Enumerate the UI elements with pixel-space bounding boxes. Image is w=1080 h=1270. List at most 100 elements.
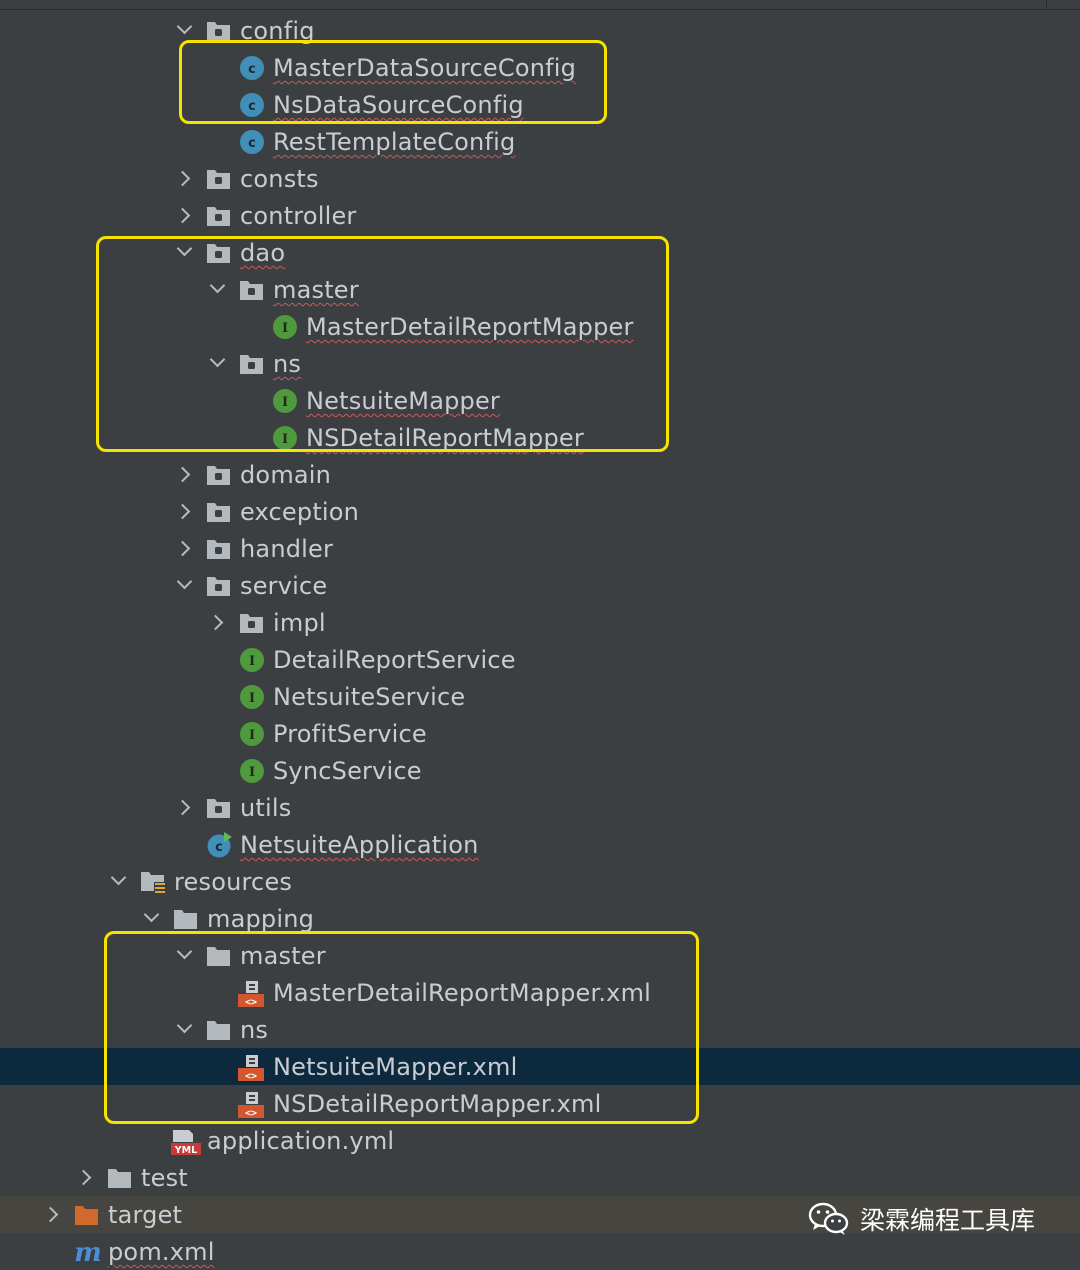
- interface-icon: I: [272, 388, 298, 414]
- svg-text:<>: <>: [245, 1071, 257, 1082]
- chevron-down-icon[interactable]: [175, 937, 195, 974]
- svg-text:I: I: [249, 654, 255, 669]
- xml-file-icon: <>: [237, 1091, 264, 1119]
- chevron-right-icon[interactable]: [175, 493, 195, 530]
- chevron-right-icon[interactable]: [175, 160, 195, 197]
- tree-item-label: pom.xml: [108, 1238, 215, 1266]
- tree-item-label: mapping: [207, 905, 315, 933]
- top-border: [0, 9, 1080, 10]
- interface-icon: I: [239, 721, 265, 747]
- tree-row[interactable]: master: [0, 937, 1080, 974]
- tree-item-label: resources: [174, 868, 293, 896]
- tree-row[interactable]: mapping: [0, 900, 1080, 937]
- tree-row[interactable]: c NetsuiteApplication: [0, 826, 1080, 863]
- tree-item-label: RestTemplateConfig: [273, 128, 516, 156]
- chevron-down-icon[interactable]: [175, 1011, 195, 1048]
- chevron-right-icon[interactable]: [175, 456, 195, 493]
- tree-item-label: domain: [240, 461, 332, 489]
- tree-item-label: handler: [240, 535, 334, 563]
- excluded-folder-icon: [74, 1202, 100, 1228]
- yml-file-icon: YML: [171, 1128, 201, 1156]
- tree-row[interactable]: I NetsuiteService: [0, 678, 1080, 715]
- tree-item-label: dao: [240, 239, 286, 267]
- xml-file-icon: <>: [237, 980, 264, 1008]
- package-icon: [206, 166, 232, 192]
- project-tree: config c MasterDataSourceConfig c NsDataSour…: [0, 12, 1080, 1270]
- tree-row[interactable]: config: [0, 12, 1080, 49]
- svg-text:YML: YML: [174, 1145, 197, 1156]
- tree-row[interactable]: service: [0, 567, 1080, 604]
- chevron-down-icon[interactable]: [175, 567, 195, 604]
- svg-text:I: I: [282, 321, 288, 336]
- tree-row[interactable]: <> NetsuiteMapper.xml: [0, 1048, 1080, 1085]
- tree-row[interactable]: impl: [0, 604, 1080, 641]
- package-icon: [239, 351, 265, 377]
- package-icon: [206, 18, 232, 44]
- tree-row[interactable]: <> NSDetailReportMapper.xml: [0, 1085, 1080, 1122]
- watermark: 梁霖编程工具库: [808, 1197, 1035, 1241]
- chevron-right-icon[interactable]: [43, 1196, 63, 1233]
- tree-row[interactable]: handler: [0, 530, 1080, 567]
- chevron-down-icon[interactable]: [175, 234, 195, 271]
- tree-item-label: NetsuiteMapper: [306, 387, 501, 415]
- svg-text:c: c: [248, 99, 256, 114]
- tree-row[interactable]: YML application.yml: [0, 1122, 1080, 1159]
- tree-row[interactable]: I MasterDetailReportMapper: [0, 308, 1080, 345]
- chevron-right-icon[interactable]: [76, 1159, 96, 1196]
- chevron-down-icon[interactable]: [175, 12, 195, 49]
- tree-row[interactable]: resources: [0, 863, 1080, 900]
- tree-row[interactable]: master: [0, 271, 1080, 308]
- tree-row[interactable]: utils: [0, 789, 1080, 826]
- chevron-down-icon[interactable]: [142, 900, 162, 937]
- interface-icon: I: [239, 647, 265, 673]
- tree-row[interactable]: I NSDetailReportMapper: [0, 419, 1080, 456]
- tree-row[interactable]: ns: [0, 1011, 1080, 1048]
- tree-row[interactable]: dao: [0, 234, 1080, 271]
- chevron-right-icon[interactable]: [208, 604, 228, 641]
- svg-text:c: c: [248, 62, 256, 77]
- folder-icon: [206, 1017, 232, 1043]
- tree-item-label: NetsuiteService: [273, 683, 466, 711]
- interface-icon: I: [239, 758, 265, 784]
- svg-text:m: m: [74, 1239, 102, 1265]
- chevron-down-icon[interactable]: [208, 271, 228, 308]
- tree-item-label: SyncService: [273, 757, 422, 785]
- tree-row[interactable]: consts: [0, 160, 1080, 197]
- tree-row[interactable]: I NetsuiteMapper: [0, 382, 1080, 419]
- tree-row[interactable]: domain: [0, 456, 1080, 493]
- package-icon: [206, 462, 232, 488]
- tree-item-label: MasterDetailReportMapper.xml: [273, 979, 652, 1007]
- package-icon: [206, 499, 232, 525]
- tree-row[interactable]: c RestTemplateConfig: [0, 123, 1080, 160]
- tree-item-label: test: [141, 1164, 188, 1192]
- tree-item-label: NsDataSourceConfig: [273, 91, 524, 119]
- svg-text:<>: <>: [245, 997, 257, 1008]
- chevron-right-icon[interactable]: [175, 530, 195, 567]
- wechat-icon: [808, 1202, 849, 1235]
- tree-item-label: MasterDataSourceConfig: [273, 54, 577, 82]
- tree-item-label: NetsuiteApplication: [240, 831, 479, 859]
- tree-row[interactable]: c NsDataSourceConfig: [0, 86, 1080, 123]
- tree-row[interactable]: test: [0, 1159, 1080, 1196]
- watermark-text: 梁霖编程工具库: [860, 1206, 1036, 1235]
- chevron-down-icon[interactable]: [109, 863, 129, 900]
- tree-item-label: NetsuiteMapper.xml: [273, 1053, 518, 1081]
- tree-row[interactable]: c MasterDataSourceConfig: [0, 49, 1080, 86]
- svg-text:I: I: [282, 432, 288, 447]
- tree-row[interactable]: I DetailReportService: [0, 641, 1080, 678]
- tree-row[interactable]: exception: [0, 493, 1080, 530]
- tree-item-label: ns: [240, 1016, 269, 1044]
- resources-folder-icon: [140, 869, 166, 895]
- tree-row[interactable]: ns: [0, 345, 1080, 382]
- tree-row[interactable]: I SyncService: [0, 752, 1080, 789]
- chevron-right-icon[interactable]: [175, 197, 195, 234]
- tree-row[interactable]: <> MasterDetailReportMapper.xml: [0, 974, 1080, 1011]
- tree-row[interactable]: I ProfitService: [0, 715, 1080, 752]
- folder-icon: [206, 943, 232, 969]
- tree-row[interactable]: controller: [0, 197, 1080, 234]
- tree-item-label: ProfitService: [273, 720, 427, 748]
- chevron-down-icon[interactable]: [208, 345, 228, 382]
- chevron-right-icon[interactable]: [175, 789, 195, 826]
- tree-item-label: master: [273, 276, 359, 304]
- tree-item-label: target: [108, 1201, 183, 1229]
